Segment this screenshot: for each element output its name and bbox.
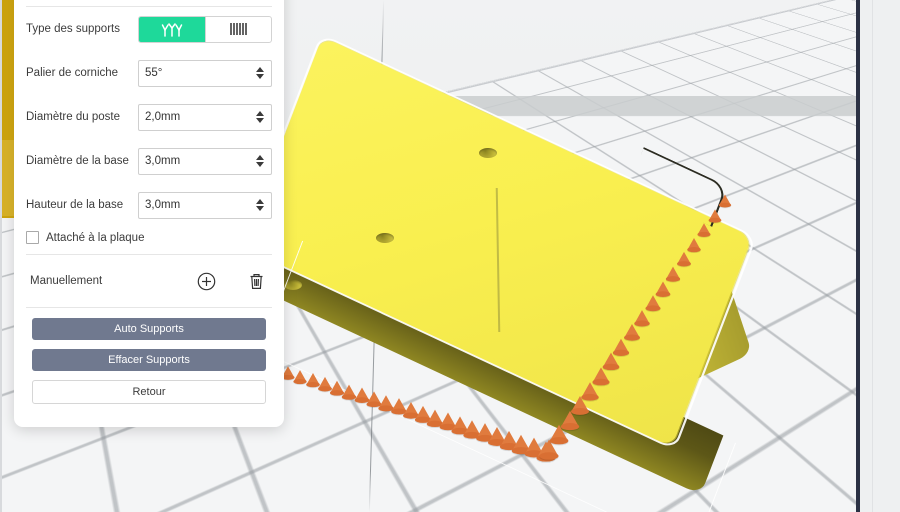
- base-height-value: 3,0mm: [139, 199, 180, 211]
- row-ledge-angle: Palier de corniche 55°: [14, 51, 284, 95]
- stepper-arrows-icon[interactable]: [256, 199, 264, 211]
- app-root: Type des supports Palier de corniche 55°…: [0, 0, 900, 512]
- tree-support-icon[interactable]: [139, 17, 205, 42]
- right-divider: [856, 0, 860, 512]
- support-cone[interactable]: [677, 252, 691, 264]
- support-cone[interactable]: [634, 310, 649, 324]
- base-height-stepper[interactable]: 3,0mm: [138, 192, 272, 219]
- manual-label: Manuellement: [30, 275, 168, 287]
- base-diameter-value: 3,0mm: [139, 155, 180, 167]
- support-cone[interactable]: [645, 295, 660, 308]
- support-settings-panel: Type des supports Palier de corniche 55°…: [14, 0, 284, 427]
- plus-circle-icon[interactable]: [194, 269, 218, 293]
- ledge-angle-stepper[interactable]: 55°: [138, 60, 272, 87]
- attach-to-plate-row[interactable]: Attaché à la plaque: [14, 227, 284, 254]
- label-base-height: Hauteur de la base: [26, 198, 138, 212]
- support-cone[interactable]: [294, 370, 307, 382]
- right-rail: [856, 0, 900, 512]
- support-cone[interactable]: [687, 238, 700, 250]
- model-hole: [376, 233, 394, 243]
- label-post-diameter: Diamètre du poste: [26, 110, 138, 124]
- clear-supports-button[interactable]: Effacer Supports: [32, 349, 266, 371]
- back-button[interactable]: Retour: [32, 380, 266, 404]
- row-support-type: Type des supports: [14, 7, 284, 51]
- post-diameter-stepper[interactable]: 2,0mm: [138, 104, 272, 131]
- base-diameter-stepper[interactable]: 3,0mm: [138, 148, 272, 175]
- trash-icon[interactable]: [244, 269, 268, 293]
- model-hole: [479, 148, 497, 158]
- label-ledge-angle: Palier de corniche: [26, 66, 138, 80]
- support-cone[interactable]: [613, 339, 629, 353]
- panel-buttons: Auto Supports Effacer Supports Retour: [14, 308, 284, 404]
- stepper-arrows-icon[interactable]: [256, 67, 264, 79]
- attach-to-plate-label: Attaché à la plaque: [46, 232, 144, 244]
- ledge-angle-value: 55°: [139, 67, 162, 79]
- support-cone[interactable]: [719, 195, 731, 206]
- attach-to-plate-checkbox[interactable]: [26, 231, 39, 244]
- label-support-type: Type des supports: [26, 22, 138, 36]
- support-cone[interactable]: [656, 281, 671, 294]
- manual-row: Manuellement: [14, 255, 284, 307]
- viewport-left-edge: [0, 0, 2, 512]
- model-hole: [284, 280, 302, 290]
- row-base-height: Hauteur de la base 3,0mm: [14, 183, 284, 227]
- label-base-diameter: Diamètre de la base: [26, 154, 138, 168]
- bar-support-icon[interactable]: [206, 17, 272, 42]
- stepper-arrows-icon[interactable]: [256, 111, 264, 123]
- support-cone[interactable]: [708, 209, 721, 220]
- row-base-diameter: Diamètre de la base 3,0mm: [14, 139, 284, 183]
- auto-supports-button[interactable]: Auto Supports: [32, 318, 266, 340]
- post-diameter-value: 2,0mm: [139, 111, 180, 123]
- support-cone[interactable]: [624, 324, 640, 338]
- support-type-segmented[interactable]: [138, 16, 272, 43]
- row-post-diameter: Diamètre du poste 2,0mm: [14, 95, 284, 139]
- support-cone[interactable]: [666, 267, 680, 280]
- stepper-arrows-icon[interactable]: [256, 155, 264, 167]
- support-cone[interactable]: [698, 223, 711, 235]
- right-inner-line: [872, 0, 873, 512]
